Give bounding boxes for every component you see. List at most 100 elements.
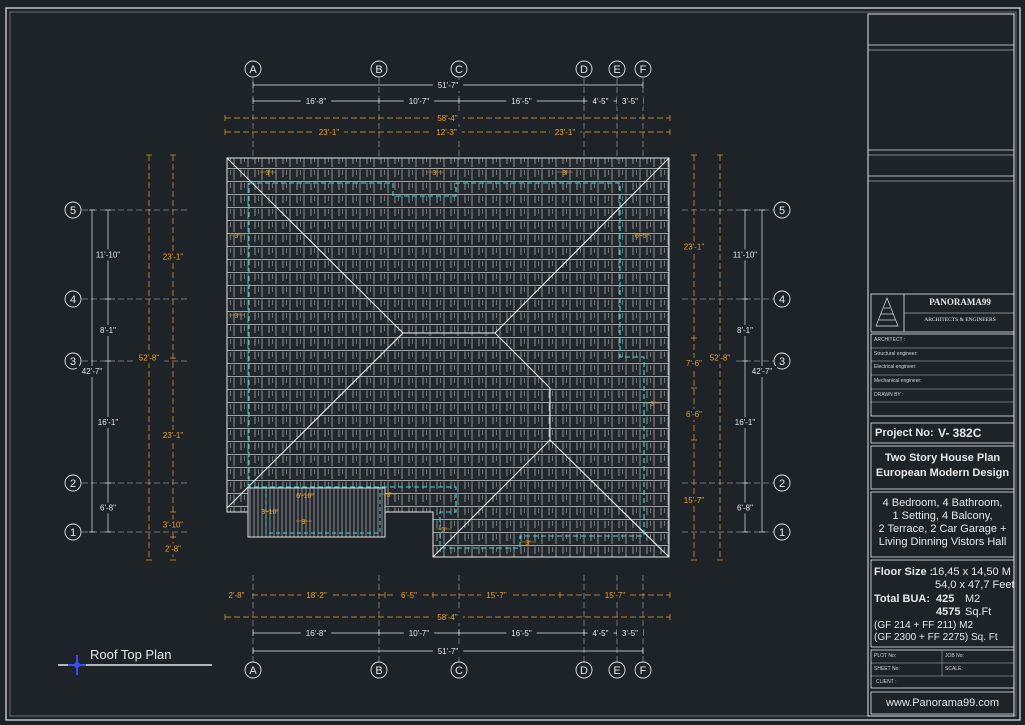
crosshair-icon: [68, 655, 86, 675]
project-no-label: Project No:: [875, 427, 934, 439]
grid-label-3: 3: [779, 356, 785, 368]
inner-dim-label: 3': [265, 170, 270, 177]
inner-dim-label: 3'-10": [261, 509, 279, 516]
inner-dim-label: 6'-5": [635, 233, 649, 240]
credit-electrical: Electrical engineer:: [874, 364, 917, 370]
inner-dim-label: 3': [441, 527, 446, 534]
floor-size-m: 16,45 x 14,50 M: [932, 566, 1011, 578]
feature-line-3: 2 Terrace, 2 Car Garage +: [878, 523, 1007, 535]
grid-label-3: 3: [70, 356, 76, 368]
dim-right-rows-label: 16'-1": [735, 418, 756, 427]
bua-sqft: 4575: [936, 606, 961, 618]
credit-drawn-by: DRAWN BY :: [874, 392, 904, 398]
dim-right-rows-label: 6'-8": [737, 504, 753, 513]
grid-label-1: 1: [779, 527, 785, 539]
dim-bottom-segments-label: 3'-5": [622, 629, 638, 638]
plot-no-label: PLOT No:: [874, 653, 897, 659]
dim-left-rows-label: 8'-1": [100, 326, 116, 335]
inner-dim-label: 3': [650, 401, 655, 408]
grid-label-B: B: [375, 64, 382, 76]
inner-dim-label: 3': [562, 170, 567, 177]
website: www.Panorama99.com: [885, 697, 1000, 709]
grid-label-E: E: [613, 64, 620, 76]
inner-dim-label: 3': [301, 519, 306, 526]
inner-dim-label: 3': [386, 492, 391, 499]
dim-top-segments-label: 10'-7": [409, 97, 430, 106]
dim-right-roof-segments-label: 15'-7": [684, 496, 705, 505]
inner-dim-label: 3': [234, 233, 239, 240]
dim-right-overall-label: 42'-7": [752, 367, 773, 376]
dim-left-rows-label: 11'-10": [96, 251, 120, 260]
grid-label-5: 5: [779, 205, 785, 217]
dim-bottom-roof-overall-label: 58'-4": [437, 613, 458, 622]
dim-left-roof-segments-label: 23'-1": [163, 431, 184, 440]
grid-label-F: F: [640, 64, 647, 76]
plan-name-line2: European Modern Design: [875, 467, 1010, 479]
dim-top-segments-label: 3'-5": [622, 97, 638, 106]
bua-m2: 425: [936, 593, 955, 605]
dim-right-roof-segments-label: 7'-6": [686, 359, 702, 368]
dim-bottom-overall-label: 51'-7": [438, 647, 459, 656]
grid-label-4: 4: [70, 294, 76, 306]
company-logo-icon: [875, 297, 899, 327]
dim-top-segments-label: 16'-5": [511, 97, 532, 106]
scale-label: SCALE:: [945, 666, 963, 672]
grid-label-A: A: [249, 64, 257, 76]
bua-breakdown-ft: (GF 2300 + FF 2275) Sq. Ft: [874, 632, 998, 643]
dim-right-roof-overall-label: 52'-8": [710, 354, 731, 363]
dim-top-roof-segments-label: 23'-1": [319, 128, 340, 137]
inner-dim-label: 3': [432, 170, 437, 177]
dim-bottom-roof-segments-label: 6'-5": [401, 591, 417, 600]
dim-bottom-roof-segments-label: 15'-7": [605, 591, 626, 600]
grid-label-B: B: [375, 665, 382, 677]
floor-size-label: Floor Size :: [874, 566, 934, 578]
dim-top-segments-label: 4'-5": [593, 97, 609, 106]
dim-right-roof-segments-label: 23'-1": [684, 243, 705, 252]
bua-m2-unit: M2: [965, 593, 981, 605]
project-no-value: V- 382C: [938, 426, 982, 440]
dim-top-segments-label: 16'-8": [306, 97, 327, 106]
dim-top-overall-label: 51'-7": [438, 81, 459, 90]
inner-dim-label: 6'-10": [296, 493, 314, 500]
dim-right-roof-segments-label: 6'-6": [686, 410, 702, 419]
credit-mechanical: Mechanical engineer:: [874, 378, 922, 384]
inner-dim-label: 3': [525, 540, 530, 547]
dim-bottom-roof-segments-label: 18'-2": [306, 591, 327, 600]
grid-label-2: 2: [70, 478, 76, 490]
bua-sqft-unit: Sq.Ft: [965, 606, 992, 618]
dim-left-overall-label: 42'-7": [82, 367, 103, 376]
dim-top-roof-segments-label: 23'-1": [555, 128, 576, 137]
grid-label-D: D: [580, 665, 588, 677]
grid-label-5: 5: [70, 205, 76, 217]
dim-left-rows-label: 6'-8": [100, 504, 116, 513]
dim-left-roof-segments-label: 2'-8": [165, 545, 181, 554]
grid-label-4: 4: [779, 294, 785, 306]
dim-right-rows-label: 11'-10": [733, 251, 757, 260]
dim-left-roof-overall-label: 52'-8": [139, 354, 160, 363]
grid-label-E: E: [613, 665, 620, 677]
feature-line-1: 4 Bedroom, 4 Bathroom,: [882, 497, 1003, 509]
company-subtitle: ARCHITECTS & ENGINEERS: [924, 317, 996, 323]
dim-bottom-segments-label: 16'-5": [511, 629, 532, 638]
grid-label-C: C: [455, 665, 463, 677]
plan-name-line1: Two Story House Plan: [884, 452, 1001, 464]
dim-top-roof-segments-label: 12'-3": [436, 128, 457, 137]
dim-bottom-roof-segments-label: 15'-7": [486, 591, 507, 600]
dim-left-rows-label: 16'-1": [98, 418, 119, 427]
roof-plan-drawing: A A B B C C D D E E F F 5 5 4 4 3 3 2 2 1 1 51'-7" 16'-8" 10'-7…: [5, 7, 1021, 721]
dim-bottom-segments-label: 10'-7": [409, 629, 430, 638]
bua-label: Total BUA:: [874, 593, 931, 605]
plan-title: Roof Top Plan: [90, 647, 171, 662]
dim-left-roof-segments-label: 23'-1": [163, 253, 184, 262]
dim-right-rows-label: 8'-1": [737, 326, 753, 335]
inner-dim-label: 3': [234, 313, 239, 320]
floor-size-ft: 54,0 x 47,7 Feet: [935, 579, 1015, 591]
credit-structural: Structural engineer:: [874, 351, 918, 357]
grid-label-C: C: [455, 64, 463, 76]
grid-label-1: 1: [70, 527, 76, 539]
credit-architect: ARCHITECT :: [874, 337, 906, 343]
dim-bottom-segments-label: 16'-8": [306, 629, 327, 638]
dim-left-roof-segments-label: 3'-10": [163, 521, 184, 530]
roof: [226, 157, 670, 558]
feature-line-4: Living Dinning Vistors Hall: [878, 536, 1007, 548]
